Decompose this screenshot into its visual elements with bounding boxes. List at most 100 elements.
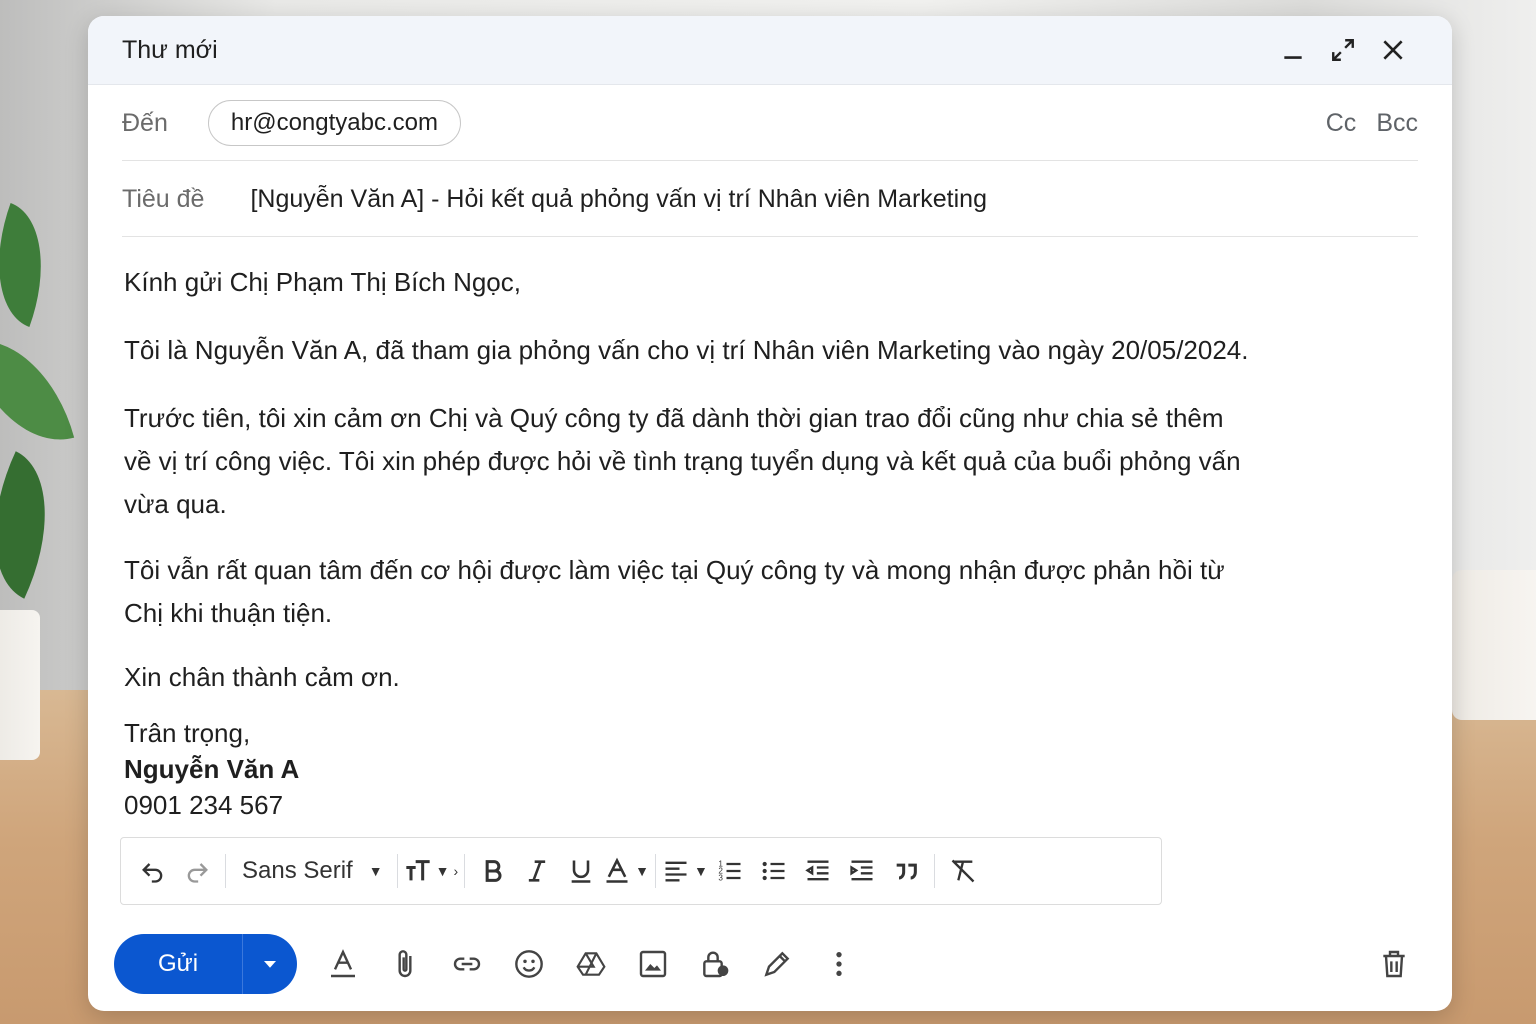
drive-icon	[576, 952, 606, 976]
send-button-group: Gửi	[114, 934, 297, 994]
undo-button[interactable]	[131, 849, 175, 893]
compose-titlebar: Thư mới	[88, 16, 1452, 85]
text-color-button[interactable]: ▼	[603, 849, 649, 893]
send-button[interactable]: Gửi	[114, 934, 242, 994]
expand-icon	[1332, 39, 1354, 61]
chevron-down-icon: ▼	[693, 863, 708, 879]
body-paragraph-3-line-1: Tôi vẫn rất quan tâm đến cơ hội được làm…	[124, 555, 1225, 585]
more-options-button[interactable]	[815, 940, 863, 988]
numbered-list-icon: 123	[718, 859, 741, 882]
signature-pen-icon	[764, 951, 790, 977]
font-size-icon	[405, 860, 430, 881]
minimize-icon	[1284, 56, 1302, 59]
subject-input[interactable]: [Nguyễn Văn A] - Hỏi kết quả phỏng vấn v…	[250, 185, 987, 214]
font-family-select[interactable]: Sans Serif ▼	[232, 849, 391, 893]
underline-icon	[571, 860, 591, 883]
undo-icon	[142, 863, 163, 883]
chevron-down-icon: ▼	[435, 863, 450, 879]
bcc-link[interactable]: Bcc	[1376, 109, 1418, 138]
remove-formatting-button[interactable]	[941, 849, 985, 893]
attach-file-button[interactable]	[381, 940, 429, 988]
link-icon	[453, 957, 481, 971]
chevron-down-icon: ▼	[368, 863, 383, 879]
to-label: Đến	[122, 108, 168, 137]
bulleted-list-button[interactable]	[752, 849, 796, 893]
insert-drive-file-button[interactable]	[567, 940, 615, 988]
body-paragraph-1: Tôi là Nguyễn Văn A, đã tham gia phỏng v…	[124, 335, 1249, 365]
attach-icon	[398, 950, 412, 978]
subject-row[interactable]: Tiêu đề [Nguyễn Văn A] - Hỏi kết quả phỏ…	[122, 162, 1418, 237]
underline-button[interactable]	[559, 849, 603, 893]
redo-button[interactable]	[175, 849, 219, 893]
body-paragraph-3-line-2: Chị khi thuận tiện.	[124, 598, 333, 628]
thanks-line: Xin chân thành cảm ơn.	[124, 662, 400, 692]
chevron-down-icon	[264, 961, 276, 968]
chevron-right-icon: ›	[453, 863, 459, 879]
body-paragraph-2-line-1: Trước tiên, tôi xin cảm ơn Chị và Quý cô…	[124, 403, 1224, 433]
background-mug	[1452, 570, 1536, 720]
bulleted-list-icon	[762, 861, 785, 881]
closing-line: Trân trọng,	[124, 718, 251, 748]
font-family-value: Sans Serif	[242, 857, 353, 884]
indent-less-icon	[805, 860, 829, 881]
bold-icon	[485, 860, 502, 882]
chevron-down-icon: ▼	[635, 863, 649, 879]
recipient-chip[interactable]: hr@congtyabc.com	[207, 100, 461, 146]
formatting-options-button[interactable]	[319, 940, 367, 988]
indent-less-button[interactable]	[796, 849, 840, 893]
svg-text:3: 3	[718, 873, 723, 882]
align-icon	[665, 861, 687, 882]
quote-button[interactable]	[884, 849, 928, 893]
quote-icon	[896, 863, 917, 880]
insert-photo-button[interactable]	[629, 940, 677, 988]
italic-icon	[528, 860, 546, 882]
sender-phone: 0901 234 567	[124, 790, 284, 820]
sender-name: Nguyễn Văn A	[124, 754, 300, 784]
cc-bcc-group: Cc Bcc	[1326, 109, 1418, 138]
more-options-icon	[836, 952, 842, 976]
close-icon	[1383, 40, 1403, 60]
insert-link-button[interactable]	[443, 940, 491, 988]
fullscreen-button[interactable]	[1318, 25, 1368, 75]
minimize-button[interactable]	[1268, 25, 1318, 75]
toolbar-divider	[654, 854, 656, 888]
greeting-line: Kính gửi Chị Phạm Thị Bích Ngọc,	[124, 267, 521, 297]
message-body[interactable]: Kính gửi Chị Phạm Thị Bích Ngọc, Tôi là …	[124, 261, 1324, 823]
subject-label: Tiêu đề	[122, 184, 205, 213]
discard-draft-button[interactable]	[1370, 940, 1418, 988]
text-color-icon	[606, 857, 628, 883]
send-options-button[interactable]	[242, 934, 297, 994]
toolbar-divider	[464, 854, 466, 888]
body-paragraph-2-line-2: về vị trí công việc. Tôi xin phép được h…	[124, 446, 1241, 476]
to-row: Đến hr@congtyabc.com Cc Bcc	[122, 86, 1418, 161]
italic-button[interactable]	[515, 849, 559, 893]
bold-button[interactable]	[471, 849, 515, 893]
insert-signature-button[interactable]	[753, 940, 801, 988]
confidential-lock-icon	[703, 951, 729, 978]
body-paragraph-2: Trước tiên, tôi xin cảm ơn Chị và Quý cô…	[124, 397, 1324, 526]
numbered-list-button[interactable]: 123	[708, 849, 752, 893]
formatting-icon	[331, 949, 355, 978]
indent-more-button[interactable]	[840, 849, 884, 893]
toolbar-divider	[933, 854, 935, 888]
compose-actions-bar: Gửi	[114, 934, 1418, 994]
toolbar-divider	[225, 854, 226, 888]
background-plant-pot	[0, 610, 40, 760]
remove-formatting-icon	[951, 859, 975, 883]
signature-block: Trân trọng, Nguyễn Văn A 0901 234 567	[124, 715, 1324, 823]
body-paragraph-2-line-3: vừa qua.	[124, 489, 227, 519]
formatting-toolbar: Sans Serif ▼ ▼ › ▼ ▼ 123	[120, 837, 1162, 905]
indent-more-icon	[850, 860, 873, 881]
cc-link[interactable]: Cc	[1326, 109, 1357, 138]
confidential-mode-button[interactable]	[691, 940, 739, 988]
compose-title: Thư mới	[122, 35, 218, 64]
compose-tools	[319, 940, 863, 988]
compose-window: Thư mới Đến hr@congtyabc.com Cc Bcc Tiêu…	[88, 16, 1452, 1011]
align-button[interactable]: ▼	[662, 849, 708, 893]
font-size-button[interactable]: ▼ ›	[404, 849, 459, 893]
insert-emoji-button[interactable]	[505, 940, 553, 988]
emoji-icon	[515, 950, 543, 978]
toolbar-divider	[396, 854, 398, 888]
close-button[interactable]	[1368, 25, 1418, 75]
photo-icon	[639, 950, 667, 978]
